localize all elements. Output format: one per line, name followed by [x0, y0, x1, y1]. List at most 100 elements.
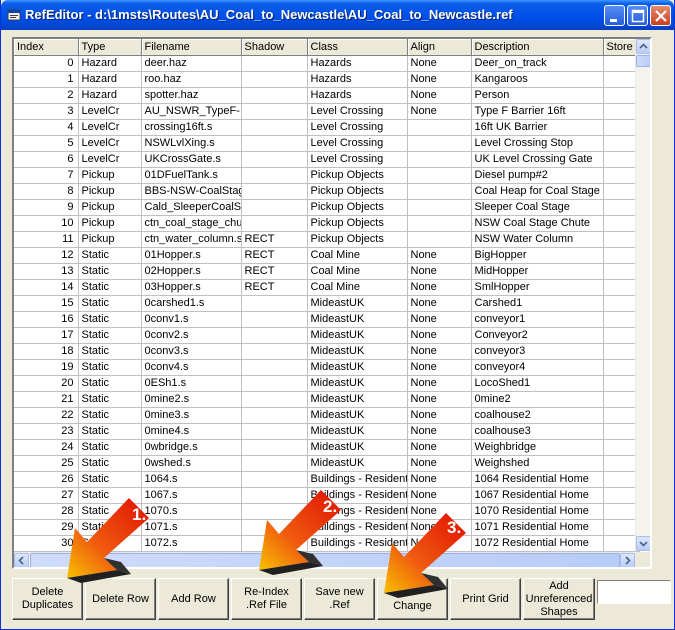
grid-cell[interactable]: 0conv3.s — [141, 343, 242, 360]
grid-cell[interactable]: Static — [78, 423, 142, 440]
grid-cell[interactable]: 0mine2.s — [141, 391, 242, 408]
grid-cell[interactable]: RECT — [241, 231, 308, 248]
grid-cell[interactable] — [241, 167, 308, 184]
grid-cell[interactable]: None — [407, 487, 472, 504]
title-bar[interactable]: RefEditor - d:\1msts\Routes\AU_Coal_to_N… — [1, 0, 674, 30]
grid-cell[interactable]: Level Crossing Stop — [471, 135, 604, 152]
grid-cell[interactable] — [241, 407, 308, 424]
grid-cell[interactable]: None — [407, 359, 472, 376]
grid-cell[interactable]: 0wbridge.s — [141, 439, 242, 456]
grid-cell[interactable]: 0mine2 — [471, 391, 604, 408]
grid-cell[interactable]: 2 — [14, 87, 79, 104]
grid-cell[interactable] — [241, 391, 308, 408]
grid-cell[interactable]: 0mine3.s — [141, 407, 242, 424]
grid-cell[interactable]: Level Crossing — [307, 119, 408, 136]
grid-cell[interactable] — [603, 231, 640, 248]
grid-cell[interactable]: MideastUK — [307, 407, 408, 424]
grid-cell[interactable]: None — [407, 343, 472, 360]
grid-cell[interactable]: None — [407, 407, 472, 424]
grid-cell[interactable] — [603, 423, 640, 440]
grid-cell[interactable]: NSW Coal Stage Chute — [471, 215, 604, 232]
grid-cell[interactable] — [241, 327, 308, 344]
grid-cell[interactable]: Hazard — [78, 55, 142, 72]
grid-cell[interactable] — [407, 215, 472, 232]
table-row[interactable]: 6 LevelCr UKCrossGate.s Level Crossing UK Le… — [14, 151, 640, 168]
grid-cell[interactable]: Static — [78, 375, 142, 392]
table-row[interactable]: 19 Static 0conv4.s MideastUK None conveyor4 — [14, 359, 640, 376]
grid-cell[interactable]: Pickup Objects — [307, 183, 408, 200]
grid-cell[interactable]: UK Level Crossing Gate — [471, 151, 604, 168]
grid-cell[interactable]: 1070 Residential Home — [471, 503, 604, 520]
grid-cell[interactable]: None — [407, 55, 472, 72]
grid-cell[interactable]: Pickup — [78, 183, 142, 200]
grid-cell[interactable]: None — [407, 327, 472, 344]
grid-cell[interactable] — [603, 359, 640, 376]
grid-cell[interactable]: 12 — [14, 247, 79, 264]
table-row[interactable]: 4 LevelCr crossing16ft.s Level Crossing 16ft… — [14, 119, 640, 136]
grid-cell[interactable] — [603, 519, 640, 536]
table-row[interactable]: 22 Static 0mine3.s MideastUK None coalhouse2 — [14, 407, 640, 424]
grid-cell[interactable]: Static — [78, 343, 142, 360]
grid-cell[interactable] — [241, 71, 308, 88]
grid-cell[interactable] — [603, 199, 640, 216]
grid-cell[interactable]: MideastUK — [307, 327, 408, 344]
grid-cell[interactable]: None — [407, 103, 472, 120]
grid-cell[interactable]: LocoShed1 — [471, 375, 604, 392]
reindex-ref-button[interactable]: Re-Index .Ref File — [231, 578, 302, 620]
column-header[interactable]: Shadow — [241, 39, 308, 56]
grid-cell[interactable] — [603, 263, 640, 280]
grid-cell[interactable]: deer.haz — [141, 55, 242, 72]
grid-cell[interactable]: Hazard — [78, 87, 142, 104]
grid-cell[interactable]: BBS-NSW-CoalStag — [141, 183, 242, 200]
table-row[interactable]: 17 Static 0conv2.s MideastUK None Conveyor2 — [14, 327, 640, 344]
table-row[interactable]: 20 Static 0ESh1.s MideastUK None LocoShed1 — [14, 375, 640, 392]
grid-cell[interactable]: Hazards — [307, 71, 408, 88]
table-row[interactable]: 5 LevelCr NSWLvlXing.s Level Crossing Level … — [14, 135, 640, 152]
grid-cell[interactable]: 8 — [14, 183, 79, 200]
grid-cell[interactable]: 1064.s — [141, 471, 242, 488]
grid-cell[interactable]: MidHopper — [471, 263, 604, 280]
grid-cell[interactable]: Pickup Objects — [307, 167, 408, 184]
grid-cell[interactable]: 9 — [14, 199, 79, 216]
table-row[interactable]: 0 Hazard deer.haz Hazards None Deer_on_track — [14, 55, 640, 72]
grid-cell[interactable]: None — [407, 423, 472, 440]
grid-cell[interactable]: 7 — [14, 167, 79, 184]
grid-cell[interactable]: None — [407, 471, 472, 488]
grid-cell[interactable]: 01Hopper.s — [141, 247, 242, 264]
column-header[interactable]: Type — [78, 39, 142, 56]
grid-cell[interactable] — [603, 407, 640, 424]
grid-cell[interactable]: Static — [78, 279, 142, 296]
grid-cell[interactable]: LevelCr — [78, 119, 142, 136]
grid-cell[interactable]: roo.haz — [141, 71, 242, 88]
grid-cell[interactable]: 13 — [14, 263, 79, 280]
column-header[interactable]: Class — [307, 39, 408, 56]
minimize-button[interactable] — [604, 5, 625, 26]
grid-cell[interactable]: LevelCr — [78, 135, 142, 152]
grid-cell[interactable]: coalhouse3 — [471, 423, 604, 440]
grid-cell[interactable]: BigHopper — [471, 247, 604, 264]
grid-cell[interactable]: 0wshed.s — [141, 455, 242, 472]
grid-cell[interactable]: 11 — [14, 231, 79, 248]
grid-cell[interactable] — [603, 391, 640, 408]
grid-cell[interactable]: 01DFuelTank.s — [141, 167, 242, 184]
grid-cell[interactable]: Static — [78, 439, 142, 456]
grid-cell[interactable]: Static — [78, 471, 142, 488]
grid-cell[interactable]: Static — [78, 359, 142, 376]
grid-cell[interactable] — [407, 119, 472, 136]
grid-cell[interactable]: 6 — [14, 151, 79, 168]
grid-cell[interactable]: None — [407, 71, 472, 88]
grid-cell[interactable] — [603, 375, 640, 392]
grid-cell[interactable]: 18 — [14, 343, 79, 360]
grid-cell[interactable] — [407, 167, 472, 184]
table-row[interactable]: 11 Pickup ctn_water_column.s RECT Pickup Obj… — [14, 231, 640, 248]
grid-cell[interactable]: Hazards — [307, 55, 408, 72]
grid-cell[interactable]: NSWLvlXing.s — [141, 135, 242, 152]
grid-cell[interactable]: Cald_SleeperCoalSt — [141, 199, 242, 216]
grid-cell[interactable]: UKCrossGate.s — [141, 151, 242, 168]
grid-cell[interactable]: 23 — [14, 423, 79, 440]
grid-cell[interactable]: None — [407, 263, 472, 280]
grid-cell[interactable]: Static — [78, 455, 142, 472]
grid-cell[interactable]: conveyor4 — [471, 359, 604, 376]
grid-cell[interactable] — [407, 135, 472, 152]
grid-cell[interactable]: 14 — [14, 279, 79, 296]
